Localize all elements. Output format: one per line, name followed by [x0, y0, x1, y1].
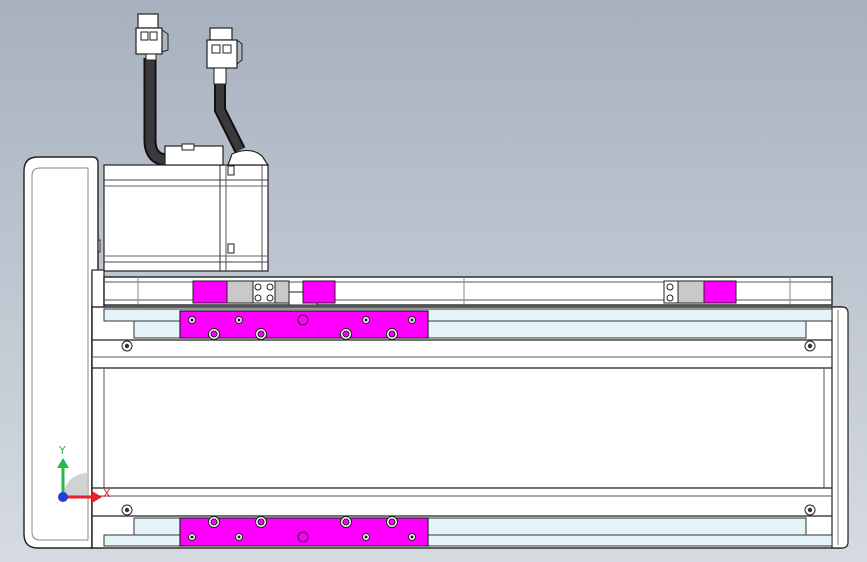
servo-motor[interactable]	[91, 164, 269, 272]
cad-viewport[interactable]: Y X	[0, 0, 867, 562]
connector-left[interactable]	[135, 13, 169, 61]
slide-plate-bottom[interactable]	[179, 516, 429, 547]
mount-screw-top-right	[804, 340, 816, 352]
y-axis-label: Y	[58, 444, 66, 457]
connector-right[interactable]	[206, 27, 243, 85]
motor-cable-left[interactable]	[143, 58, 180, 167]
mount-screw-bottom-left	[121, 504, 133, 516]
slide-plate-top[interactable]	[179, 310, 429, 340]
z-axis-dot	[58, 492, 68, 502]
carriage-block-right[interactable]	[663, 280, 737, 304]
x-axis-label: X	[103, 487, 111, 500]
carriage-block-left[interactable]	[192, 280, 336, 306]
motor-terminal-box[interactable]	[164, 143, 270, 166]
mount-screw-bottom-right	[804, 504, 816, 516]
encoder-cable-right[interactable]	[214, 84, 246, 153]
module-body[interactable]	[91, 306, 849, 549]
mount-screw-top-left	[121, 340, 133, 352]
linear-module-drawing[interactable]: Y X	[0, 0, 867, 562]
